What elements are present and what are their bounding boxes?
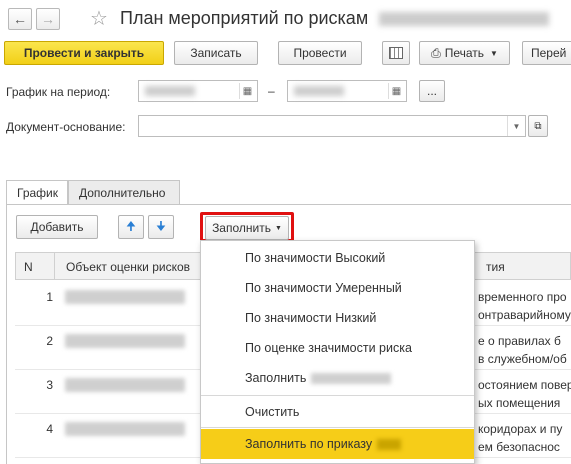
table-icon xyxy=(389,47,403,59)
calendar-icon[interactable]: ▦ xyxy=(388,83,404,99)
period-select-button[interactable]: ... xyxy=(419,80,445,102)
blurred-cell xyxy=(65,378,185,392)
blurred-text xyxy=(377,438,402,450)
fill-dropdown-menu: По значимости Высокий По значимости Умер… xyxy=(200,240,475,464)
chevron-down-icon[interactable]: ▼ xyxy=(507,116,525,136)
fill-dropdown-button[interactable]: Заполнить ▼ xyxy=(205,216,289,240)
period-end-field[interactable]: ▦ xyxy=(287,80,407,102)
menu-item-priority-medium[interactable]: По значимости Умеренный xyxy=(201,273,474,303)
blurred-cell xyxy=(65,422,185,436)
blurred-title-suffix xyxy=(379,12,550,27)
blurred-cell xyxy=(65,334,185,348)
menu-separator xyxy=(201,395,474,396)
move-down-button[interactable]: 🠋 xyxy=(148,215,174,239)
blurred-text xyxy=(311,372,392,384)
tab-additional[interactable]: Дополнительно xyxy=(68,180,180,204)
menu-separator xyxy=(201,427,474,428)
blurred-cell xyxy=(65,290,185,304)
save-button[interactable]: Записать xyxy=(174,41,258,65)
calculator-button[interactable] xyxy=(382,41,410,65)
column-header-object: Объект оценки рисков xyxy=(66,260,191,274)
print-button[interactable]: ⎙ Печать ▼ xyxy=(419,41,510,65)
add-button[interactable]: Добавить xyxy=(16,215,98,239)
column-header-n: N xyxy=(24,260,33,274)
goto-button[interactable]: Перей xyxy=(522,41,571,65)
post-button[interactable]: Провести xyxy=(278,41,362,65)
calendar-icon[interactable]: ▦ xyxy=(239,83,255,99)
arrow-left-icon: ← xyxy=(13,11,27,27)
move-up-button[interactable]: 🠉 xyxy=(118,215,144,239)
arrow-up-icon: 🠉 xyxy=(126,218,136,233)
arrow-right-icon: → xyxy=(41,11,55,27)
arrow-down-icon: 🠋 xyxy=(156,218,166,233)
post-and-close-button[interactable]: Провести и закрыть xyxy=(4,41,164,65)
back-button[interactable]: ← xyxy=(8,8,32,30)
column-header-measures: тия xyxy=(486,260,505,274)
menu-item-priority-high[interactable]: По значимости Высокий xyxy=(201,243,474,273)
open-icon: ⧉ xyxy=(534,120,542,132)
period-start-value xyxy=(145,86,195,96)
menu-item-clear[interactable]: Очистить xyxy=(201,397,474,427)
period-start-field[interactable]: ▦ xyxy=(138,80,258,102)
open-document-button[interactable]: ⧉ xyxy=(528,115,548,137)
printer-icon: ⎙ xyxy=(431,45,441,60)
forward-button[interactable]: → xyxy=(36,8,60,30)
period-end-value xyxy=(294,86,344,96)
period-label: График на период: xyxy=(6,85,111,99)
star-icon[interactable]: ☆ xyxy=(90,6,108,31)
tab-schedule[interactable]: График xyxy=(6,180,68,205)
menu-item-priority-low[interactable]: По значимости Низкий xyxy=(201,303,474,333)
chevron-down-icon: ▼ xyxy=(490,48,498,58)
basis-document-field[interactable]: ▼ xyxy=(138,115,526,137)
menu-item-fill-by[interactable]: Заполнить xyxy=(201,363,474,393)
chevron-down-icon: ▼ xyxy=(274,224,282,232)
column-divider xyxy=(54,253,55,279)
page-title: План мероприятий по рискам xyxy=(120,8,550,29)
menu-item-fill-by-order[interactable]: Заполнить по приказу xyxy=(201,429,474,459)
menu-item-by-risk-assessment[interactable]: По оценке значимости риска xyxy=(201,333,474,363)
period-dash: – xyxy=(268,84,275,98)
basis-label: Документ-основание: xyxy=(6,120,126,134)
